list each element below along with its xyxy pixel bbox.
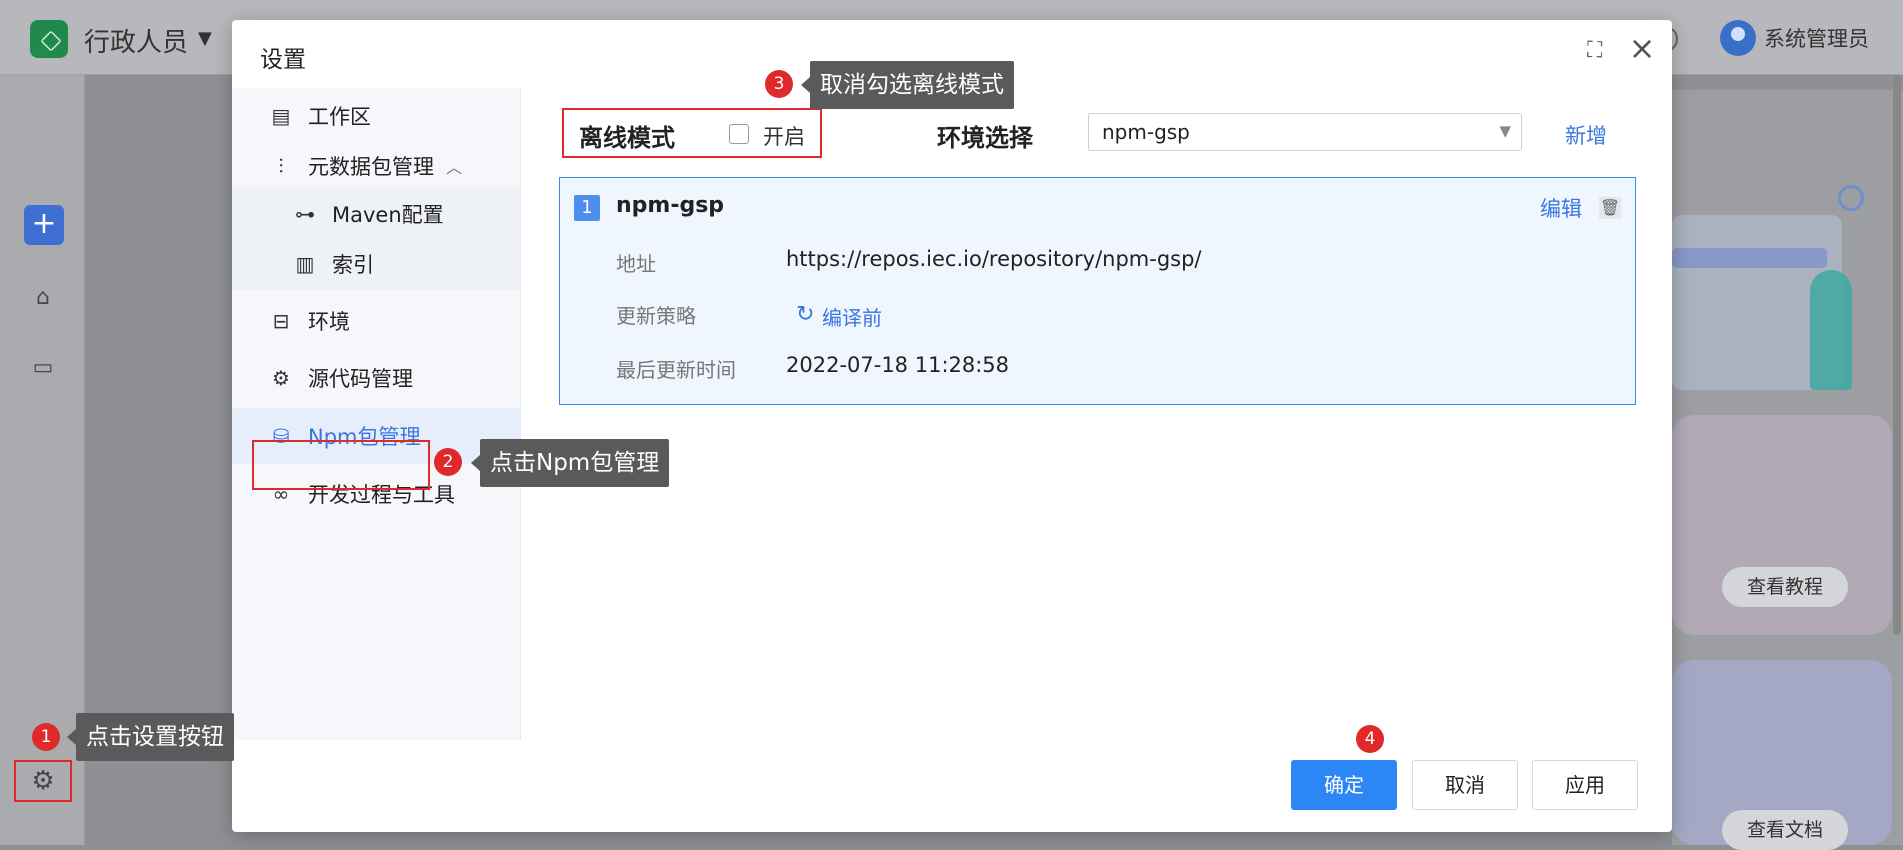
app-logo-icon [30,20,68,58]
refresh-icon: ↻ [796,302,815,327]
apply-button[interactable]: 应用 [1532,760,1638,810]
workspace-icon: ▤ [271,104,291,128]
offline-checkbox-label[interactable]: 开启 [763,121,805,151]
chevron-down-icon: ▼ [1499,122,1511,140]
illustration-bar [1672,248,1827,268]
strategy-value: 编译前 [822,306,882,330]
step-badge-2: 2 [434,448,462,476]
sidebar-item-environment[interactable]: ⊟ 环境 [232,293,520,349]
gear-icon: ⚙ [272,366,290,390]
page-scrollbar[interactable] [1893,75,1901,635]
user-menu[interactable]: 系统管理员 [1720,20,1869,56]
step-badge-3: 3 [765,70,793,98]
sidebar-item-index[interactable]: ▥ 索引 [232,238,520,290]
sidebar-item-label: 索引 [332,253,374,277]
dialog-title: 设置 [260,47,306,73]
sidebar-item-label: Maven配置 [332,203,444,227]
env-select[interactable]: npm-gsp ▼ [1088,113,1522,151]
step-badge-1: 1 [32,723,60,751]
sliders-icon: ⫶ [278,154,284,178]
step-badge-4: 4 [1356,725,1384,753]
pie-chart-icon [1838,185,1864,211]
view-tutorial-button[interactable]: 查看教程 [1722,567,1848,607]
sidebar-item-maven[interactable]: ⊶ Maven配置 [232,188,520,240]
repo-card: 1 npm-gsp 编辑 🗑 地址 https://repos.iec.io/r… [559,177,1636,405]
env-select-value: npm-gsp [1102,120,1190,144]
sidebar-item-label: 元数据包管理 [308,155,434,179]
repo-index-badge: 1 [574,195,600,221]
folder-tree-icon: ⊟ [272,309,290,333]
offline-mode-checkbox[interactable] [729,124,749,144]
expand-icon[interactable]: ⛶ [1587,38,1611,63]
sidebar-item-workspace[interactable]: ▤ 工作区 [232,88,520,144]
add-env-link[interactable]: 新增 [1565,120,1607,150]
add-button[interactable]: + [24,205,64,245]
strategy-label: 更新策略 [616,304,696,328]
address-value: https://repos.iec.io/repository/npm-gsp/ [786,247,1202,271]
env-select-label: 环境选择 [937,124,1033,152]
offline-mode-label: 离线模式 [579,124,675,152]
sidebar-item-source-control[interactable]: ⚙ 源代码管理 [232,350,520,406]
trash-icon[interactable]: 🗑 [1599,197,1621,219]
step-tip-2: 点击Npm包管理 [470,439,670,487]
home-icon[interactable]: ⌂ [29,285,57,310]
settings-sidebar: ▤ 工作区 ⫶ 元数据包管理 ︿ ⊶ Maven配置 ▥ 索引 ⊟ 环境 ⚙ 源… [232,88,521,740]
npm-highlight-box [252,440,430,490]
edit-link[interactable]: 编辑 [1540,193,1582,223]
close-icon[interactable]: × [1627,32,1657,64]
avatar [1720,20,1756,56]
ok-button[interactable]: 确定 [1291,760,1397,810]
settings-dialog: 设置 ⛶ × ▤ 工作区 ⫶ 元数据包管理 ︿ ⊶ Maven配置 ▥ 索引 ⊟… [232,20,1672,832]
settings-gear-button[interactable]: ⚙ [14,760,72,802]
view-docs-button[interactable]: 查看文档 [1722,810,1848,850]
monitor-icon[interactable]: ▭ [29,355,57,380]
updated-value: 2022-07-18 11:28:58 [786,353,1010,377]
plant-illustration [1810,270,1852,390]
cancel-button[interactable]: 取消 [1412,760,1518,810]
chevron-up-icon[interactable]: ︿ [446,154,462,178]
user-name: 系统管理员 [1764,27,1869,51]
repo-name: npm-gsp [616,193,725,218]
app-title[interactable]: 行政人员 [84,22,188,59]
step-tip-3: 取消勾选离线模式 [801,61,1014,109]
address-label: 地址 [616,252,656,276]
updated-label: 最后更新时间 [616,358,736,382]
share-nodes-icon: ⊶ [295,202,315,226]
step-tip-1: 点击设置按钮 [67,713,234,761]
index-icon: ▥ [295,252,315,276]
sidebar-item-label: 工作区 [308,105,371,129]
sidebar-item-label: 环境 [308,310,350,334]
sidebar-item-metadata[interactable]: ⫶ 元数据包管理 ︿ [232,138,520,194]
chevron-down-icon[interactable]: ▼ [198,28,212,49]
sidebar-item-label: 源代码管理 [308,367,413,391]
